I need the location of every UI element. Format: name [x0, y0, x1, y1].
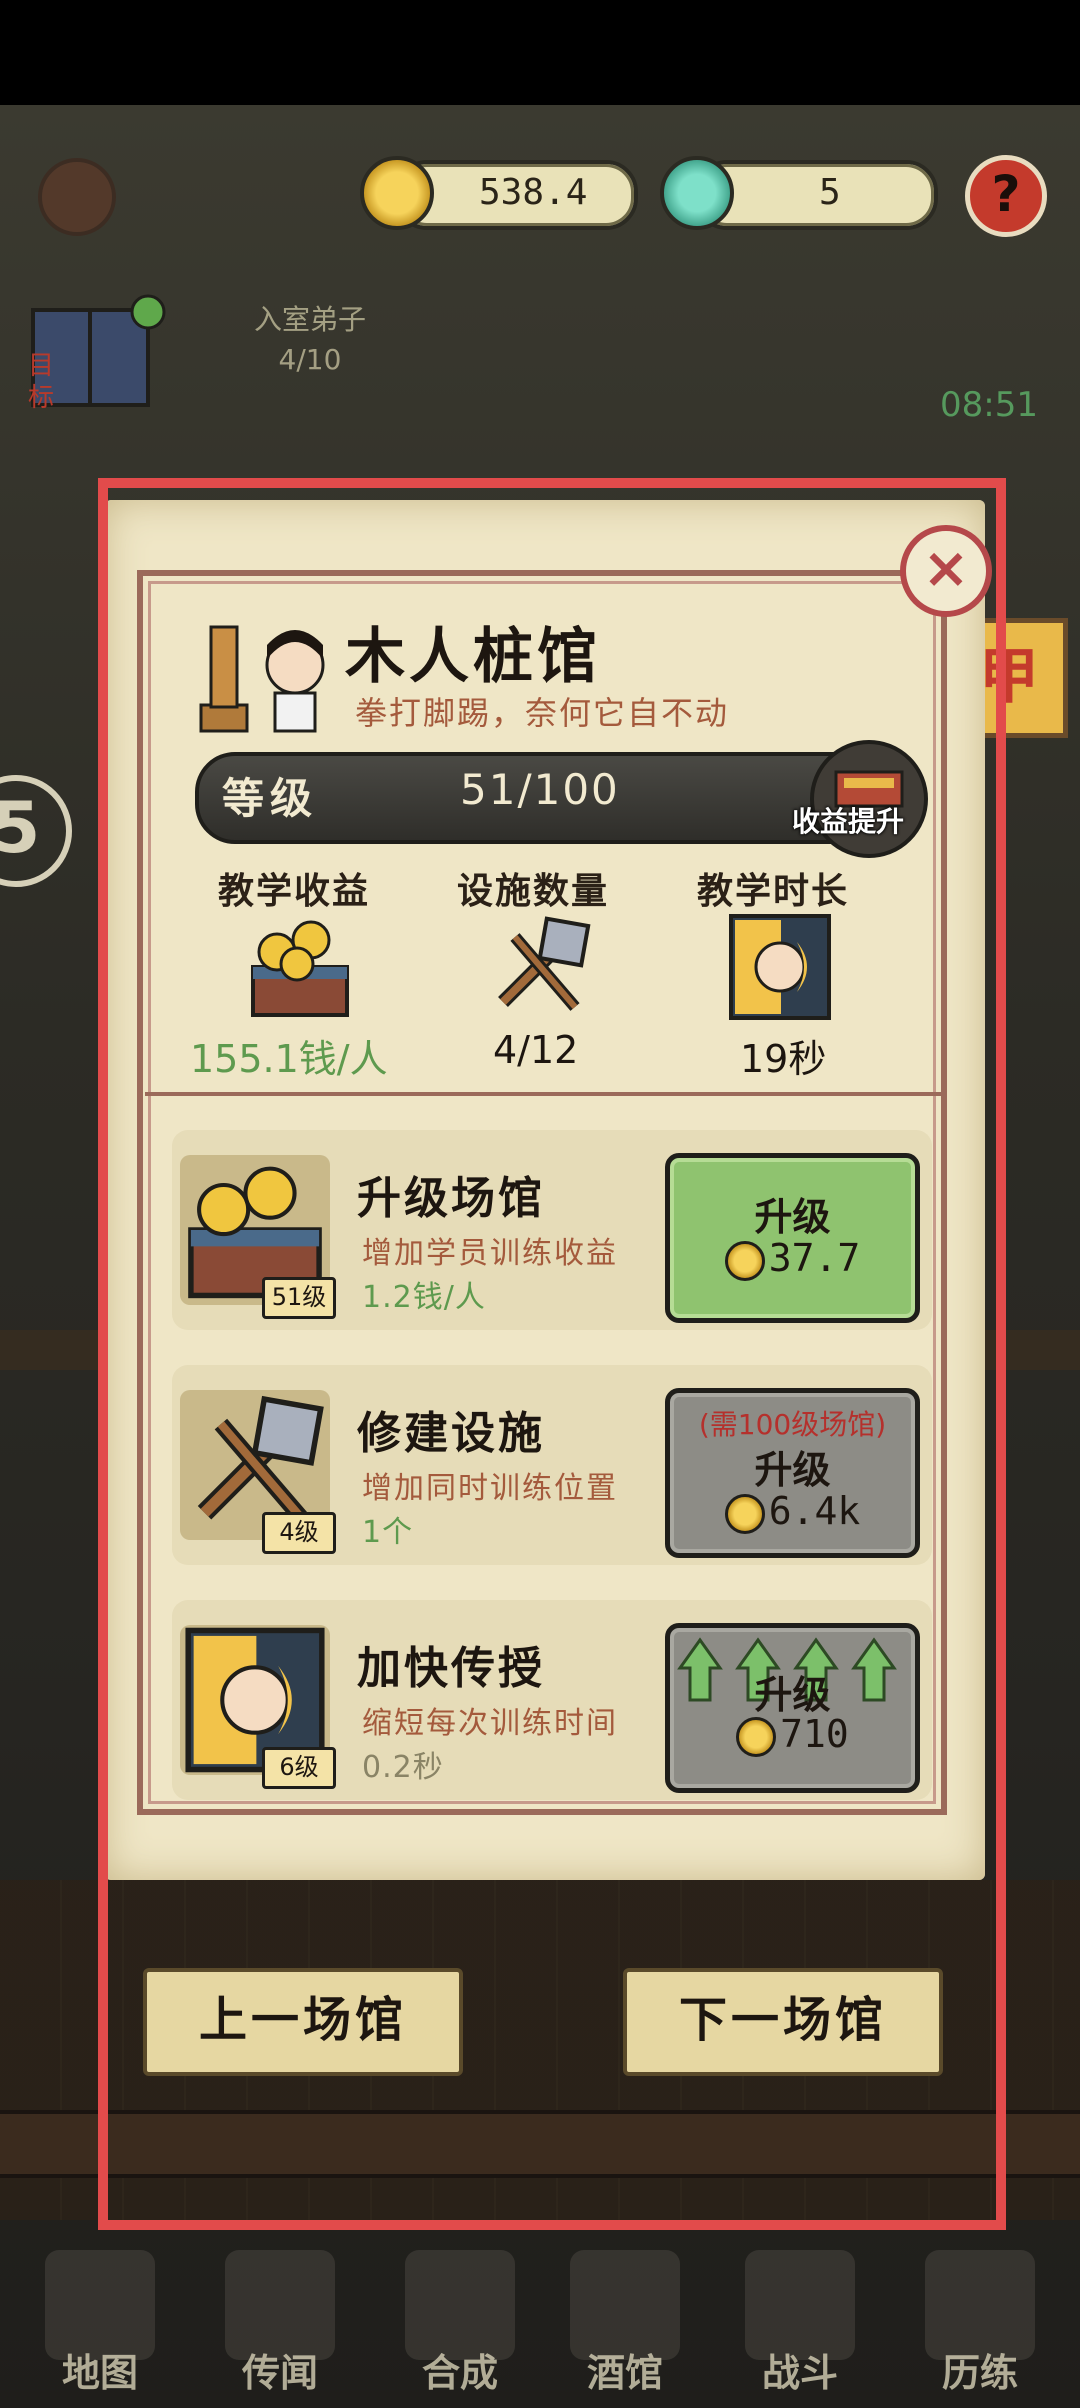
help-button[interactable]: ? [965, 155, 1047, 237]
upgrade-button-label: 升级 [754, 1448, 831, 1492]
coin-icon [724, 1240, 765, 1281]
disciple-title: 入室弟子 [253, 303, 366, 336]
upgrade-button-label: 升级 [754, 1673, 831, 1717]
upgrade-amount: 0.2秒 [362, 1750, 444, 1785]
settings-gear-icon[interactable] [38, 158, 116, 236]
section-divider [145, 1092, 945, 1096]
nav-label: 酒馆 [586, 2351, 663, 2395]
status-bar [0, 0, 1080, 105]
upgrade-cost: 710 [670, 1712, 915, 1757]
upgrade-title: 修建设施 [357, 1408, 545, 1459]
quest-label: 目标 [28, 351, 55, 413]
speed-up-button[interactable]: 升级 710 [665, 1623, 920, 1793]
nav-map[interactable]: 地图 [20, 2250, 180, 2408]
background-beam [0, 2110, 1080, 2178]
coin-icon [736, 1716, 777, 1757]
next-hall-button[interactable]: 下一场馆 [623, 1968, 943, 2076]
stat-label-duration: 教学时长 [697, 871, 850, 912]
upgrade-title: 升级场馆 [357, 1173, 545, 1224]
income-boost-label: 收益提升 [792, 805, 905, 838]
nav-label: 战斗 [761, 2351, 838, 2395]
disciple-count: 4/10 [278, 343, 342, 376]
build-facility-button[interactable]: (需100级场馆) 升级 6.4k [665, 1388, 920, 1558]
upgrade-cost-value: 37.7 [768, 1236, 861, 1280]
wooden-dummy-icon [195, 615, 335, 735]
level-label: 等级 [222, 774, 319, 823]
coin-icon [360, 156, 434, 230]
upgrade-desc: 增加同时训练位置 [362, 1471, 618, 1506]
upgrade-button-label: 升级 [754, 1195, 831, 1239]
upgrade-title: 加快传授 [357, 1643, 545, 1694]
level-badge: 51级 [262, 1277, 336, 1319]
coin-icon [724, 1493, 765, 1534]
upgrade-amount: 1.2钱/人 [362, 1280, 486, 1315]
upgrade-cost-value: 710 [780, 1712, 849, 1756]
stat-label-facilities: 设施数量 [457, 871, 610, 912]
nav-label: 传闻 [241, 2351, 318, 2395]
hammer-icon [485, 912, 595, 1022]
upgrade-hall-button[interactable]: 升级 37.7 [665, 1153, 920, 1323]
upgrade-cost-value: 6.4k [768, 1489, 861, 1533]
jade-icon [660, 156, 734, 230]
nav-tavern[interactable]: 酒馆 [545, 2250, 705, 2408]
disciple-counter: 入室弟子 4/10 [215, 300, 405, 410]
upgrade-cost: 37.7 [670, 1236, 915, 1281]
stat-label-income: 教学收益 [218, 871, 371, 912]
nav-label: 历练 [941, 2351, 1018, 2395]
stat-value-facilities: 4/12 [493, 1028, 579, 1072]
coin-balance: 538.4 [479, 172, 588, 213]
timer-text: 08:51 [940, 385, 1038, 425]
nav-rumors[interactable]: 传闻 [200, 2250, 360, 2408]
level-value: 51/100 [460, 765, 620, 814]
upgrade-desc: 增加学员训练收益 [362, 1236, 618, 1271]
stat-value-income: 155.1钱/人 [190, 1037, 388, 1081]
prev-hall-button[interactable]: 上一场馆 [143, 1968, 463, 2076]
level-badge: 6级 [262, 1747, 336, 1789]
stat-value-duration: 19秒 [740, 1037, 827, 1081]
hall-title: 木人桩馆 [345, 622, 601, 692]
nav-training[interactable]: 历练 [900, 2250, 1060, 2408]
coin-chest-icon [245, 912, 355, 1022]
upgrade-cost: 6.4k [670, 1489, 915, 1534]
level-badge: 4级 [262, 1512, 336, 1554]
hall-subtitle: 拳打脚踢，奈何它自不动 [355, 694, 730, 732]
upgrade-desc: 缩短每次训练时间 [362, 1706, 618, 1741]
sun-moon-card-icon [725, 912, 835, 1022]
nav-craft[interactable]: 合成 [380, 2250, 540, 2408]
nav-label: 地图 [61, 2351, 138, 2395]
close-button[interactable]: × [900, 525, 992, 617]
nav-battle[interactable]: 战斗 [720, 2250, 880, 2408]
income-boost-button[interactable] [810, 740, 928, 858]
requirement-note: (需100级场馆) [698, 1408, 887, 1441]
nav-label: 合成 [421, 2351, 498, 2395]
jade-balance: 5 [819, 172, 841, 213]
upgrade-amount: 1个 [362, 1515, 414, 1550]
